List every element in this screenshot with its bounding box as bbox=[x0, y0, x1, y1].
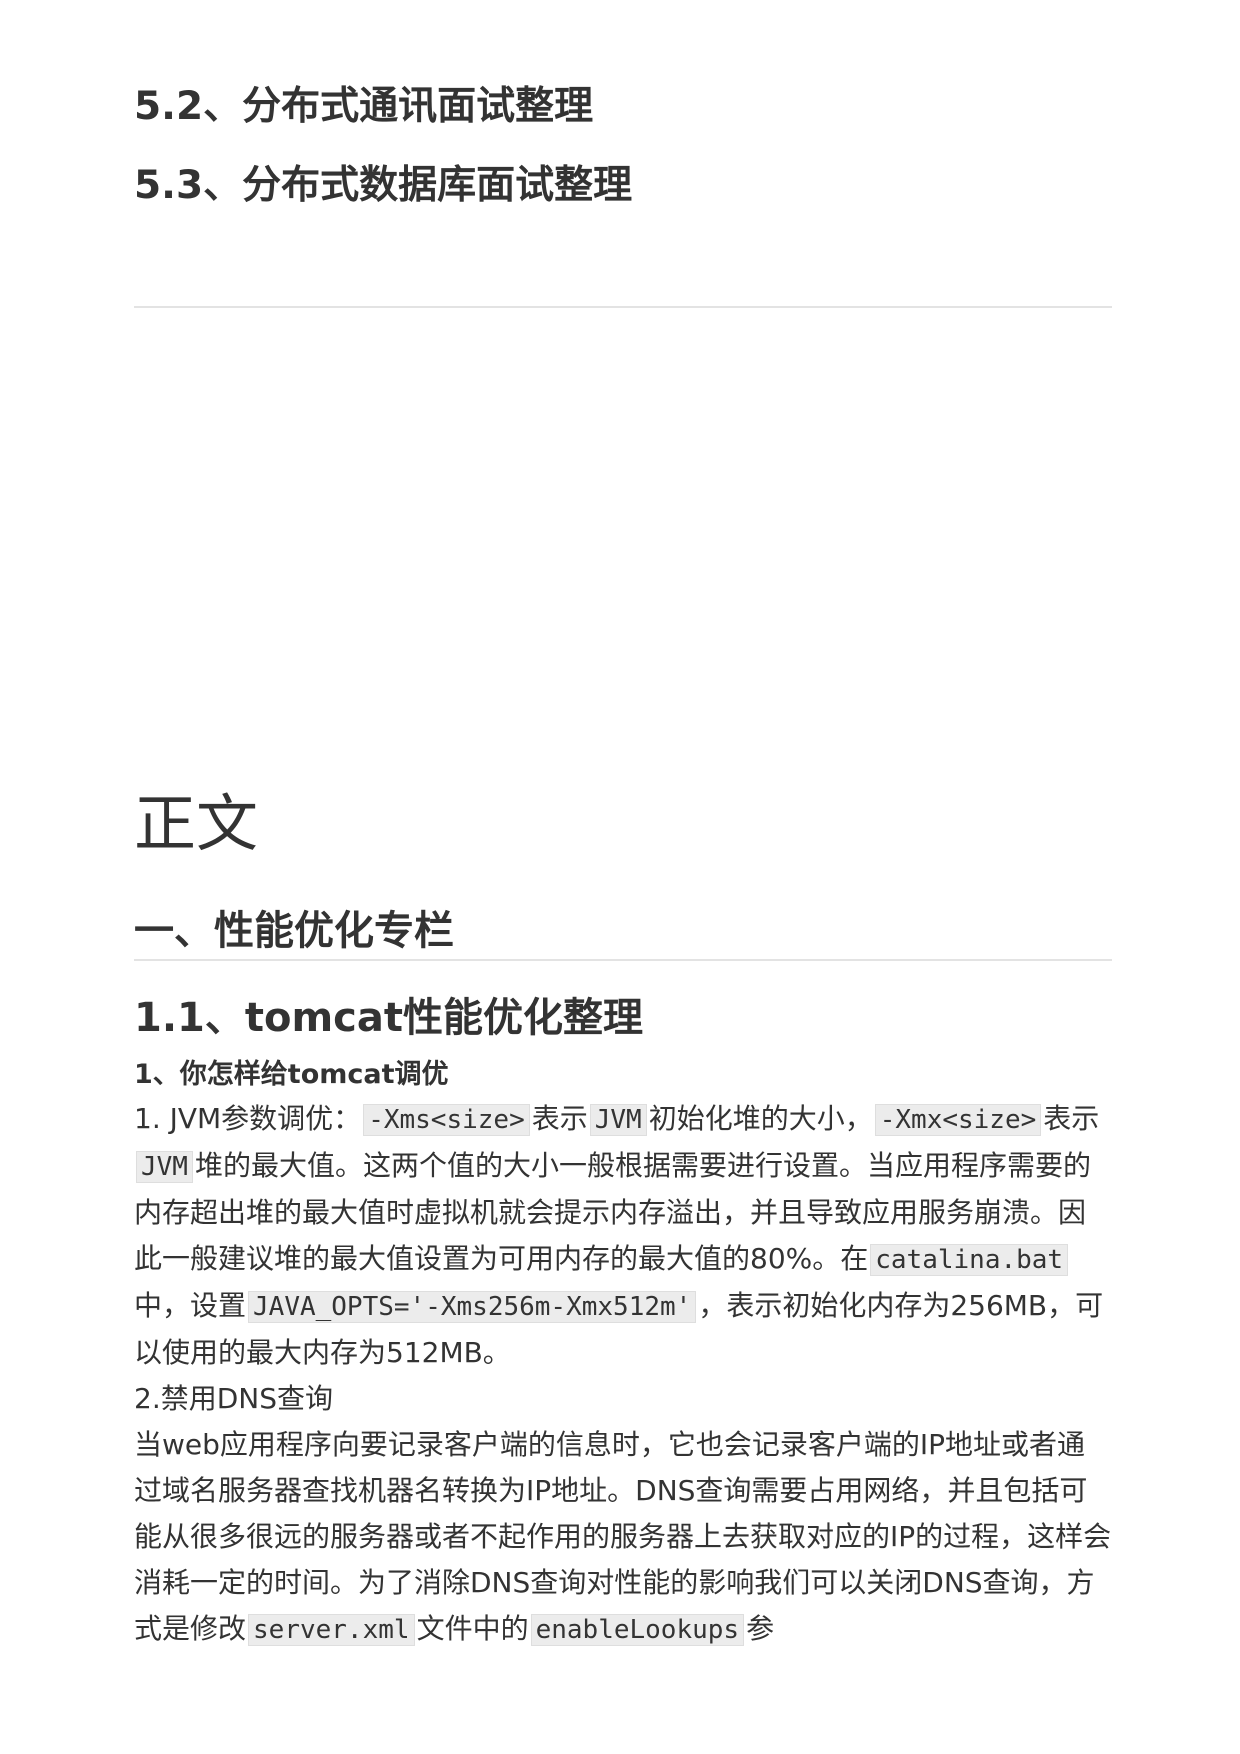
text: 参 bbox=[746, 1612, 775, 1645]
chapter-underline bbox=[134, 959, 1112, 961]
text: 1. JVM参数调优： bbox=[134, 1102, 362, 1135]
inline-code: -Xms<size> bbox=[363, 1104, 530, 1136]
inline-code: JVM bbox=[589, 1104, 647, 1136]
section-heading: 1.1、tomcat性能优化整理 bbox=[134, 995, 643, 1041]
inline-code: catalina.bat bbox=[870, 1244, 1069, 1276]
paragraph-jvm: 1. JVM参数调优： -Xms<size> 表示 JVM 初始化堆的大小， -Xmx<s… bbox=[134, 1096, 1112, 1376]
paragraph-dns: 当web应用程序向要记录客户端的信息时，它也会记录客户端的IP地址或者通过域名服… bbox=[134, 1422, 1112, 1653]
horizontal-rule bbox=[134, 306, 1112, 308]
text: 中，设置 bbox=[134, 1289, 247, 1322]
document-page: 5.2、分布式通讯面试整理 5.3、分布式数据库面试整理 正文 一、性能优化专栏… bbox=[0, 0, 1240, 1754]
text: 表示 bbox=[1043, 1102, 1100, 1135]
chapter-heading: 一、性能优化专栏 bbox=[134, 908, 454, 954]
inline-code: -Xmx<size> bbox=[874, 1104, 1042, 1136]
heading-5-3: 5.3、分布式数据库面试整理 bbox=[134, 163, 633, 208]
text: 表示 bbox=[531, 1102, 588, 1135]
paragraph-dns-title: 2.禁用DNS查询 bbox=[134, 1382, 333, 1415]
text: 当web应用程序向要记录客户端的信息时，它也会记录客户端的IP地址或者通过域名服… bbox=[134, 1428, 1112, 1645]
text: 文件中的 bbox=[416, 1612, 529, 1645]
inline-code: enableLookups bbox=[530, 1614, 745, 1646]
inline-code: JVM bbox=[136, 1151, 193, 1183]
body-content: 1. JVM参数调优： -Xms<size> 表示 JVM 初始化堆的大小， -Xmx<s… bbox=[134, 1096, 1112, 1653]
main-title: 正文 bbox=[134, 787, 259, 860]
question-heading: 1、你怎样给tomcat调优 bbox=[134, 1059, 449, 1090]
heading-5-2: 5.2、分布式通讯面试整理 bbox=[134, 84, 594, 129]
text: 初始化堆的大小， bbox=[648, 1102, 873, 1135]
inline-code: JAVA_OPTS='-Xms256m-Xmx512m' bbox=[248, 1291, 697, 1323]
inline-code: server.xml bbox=[248, 1614, 415, 1646]
